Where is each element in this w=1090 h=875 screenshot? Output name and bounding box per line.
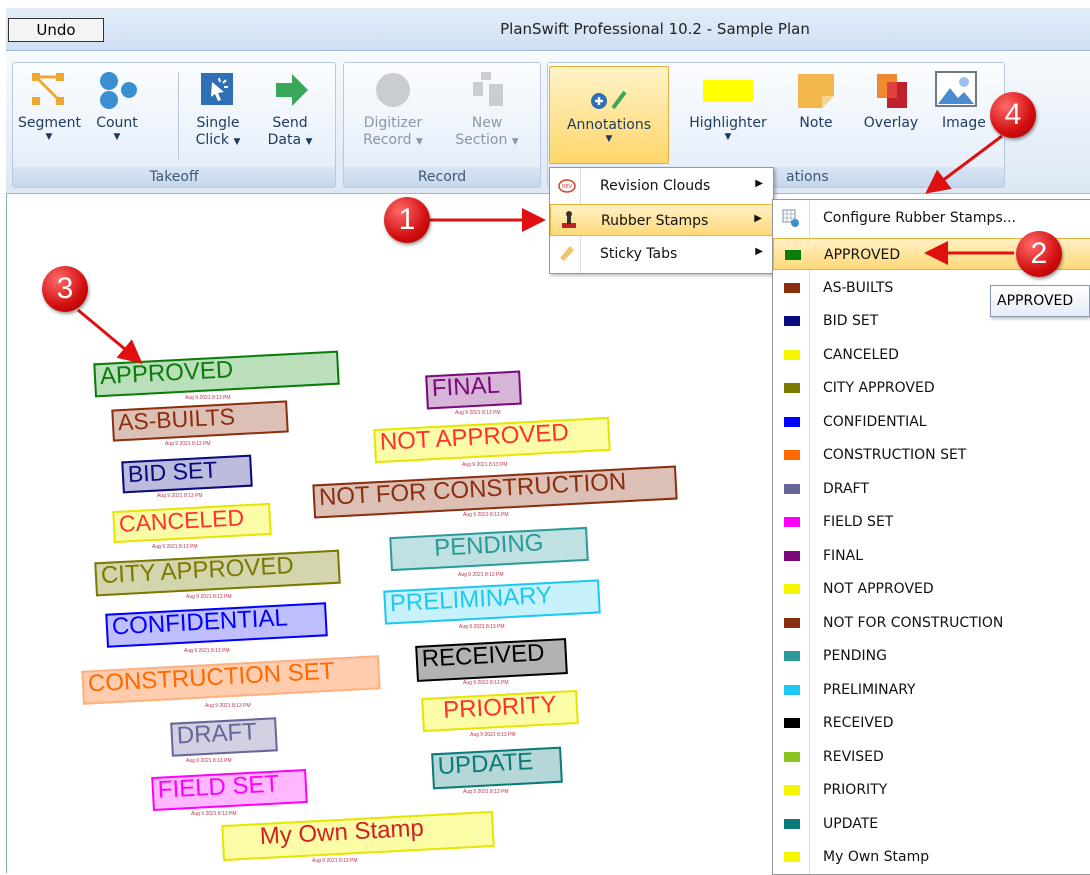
annotation-arrows bbox=[77, 134, 1014, 364]
arrow-3 bbox=[77, 308, 143, 364]
callout-2: 2 bbox=[1016, 231, 1062, 277]
callout-1: 1 bbox=[384, 197, 430, 243]
callout-3: 3 bbox=[42, 266, 88, 312]
callout-4: 4 bbox=[990, 92, 1036, 138]
arrow-4 bbox=[925, 134, 1003, 194]
